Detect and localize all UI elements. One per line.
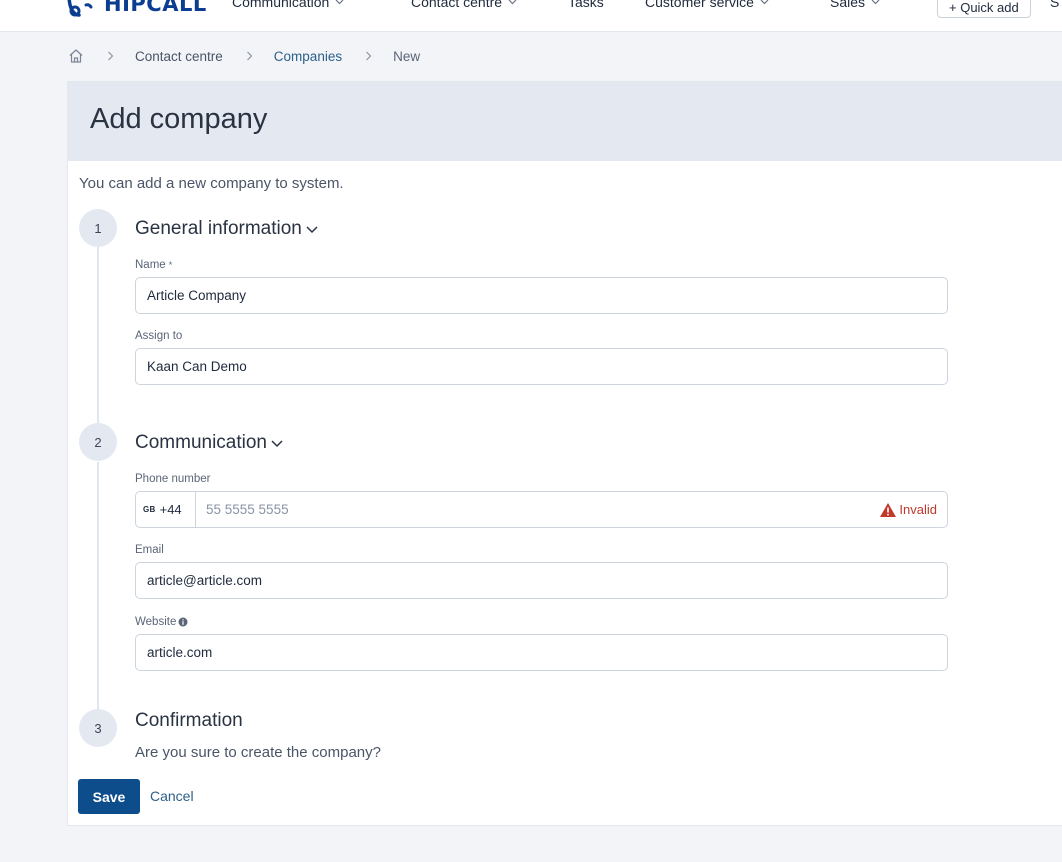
breadcrumb-contact-centre[interactable]: Contact centre bbox=[135, 49, 223, 64]
step-1-title: General information bbox=[135, 218, 302, 239]
step-1-indicator: 1 bbox=[79, 209, 117, 247]
top-navigation: HIPCALL Communication Contact centre Tas… bbox=[0, 0, 1062, 32]
breadcrumb-current: New bbox=[393, 48, 421, 64]
card-header: Add company bbox=[68, 82, 1062, 161]
nav-customer-service-label: Customer service bbox=[645, 0, 754, 10]
assign-to-label: Assign to bbox=[135, 330, 182, 342]
name-label-text: Name bbox=[135, 259, 166, 271]
chevron-down-icon bbox=[760, 0, 769, 5]
nav-customer-service[interactable]: Customer service bbox=[645, 0, 769, 10]
nav-trailing-item[interactable]: S bbox=[1050, 0, 1059, 10]
chevron-right-icon bbox=[366, 51, 372, 61]
breadcrumb-companies[interactable]: Companies bbox=[274, 49, 342, 64]
chevron-right-icon bbox=[108, 51, 114, 61]
step-2-title: Communication bbox=[135, 432, 267, 453]
nav-contact-centre-label: Contact centre bbox=[411, 0, 503, 10]
step-3-indicator: 3 bbox=[79, 709, 117, 747]
website-label-text: Website bbox=[135, 616, 177, 628]
nav-tasks-label: Tasks bbox=[568, 0, 604, 10]
phone-label: Phone number bbox=[135, 473, 210, 485]
website-label: Website bbox=[135, 616, 188, 628]
step-connector bbox=[97, 462, 99, 709]
nav-sales[interactable]: Sales bbox=[830, 0, 880, 10]
nav-sales-label: Sales bbox=[830, 0, 866, 10]
nav-contact-centre[interactable]: Contact centre bbox=[411, 0, 517, 10]
add-company-card: Add company You can add a new company to… bbox=[67, 81, 1062, 826]
chevron-down-icon bbox=[871, 0, 880, 5]
chevron-down-icon bbox=[306, 226, 318, 234]
chevron-down-icon bbox=[508, 0, 517, 5]
required-mark: * bbox=[168, 260, 173, 270]
step-connector bbox=[97, 247, 99, 427]
phone-field: GB +44 Invalid bbox=[135, 491, 948, 528]
chevron-down-icon bbox=[335, 0, 344, 5]
country-selector[interactable]: GB +44 bbox=[136, 492, 196, 527]
website-input[interactable] bbox=[135, 634, 948, 671]
breadcrumb: Contact centre Companies New bbox=[68, 46, 420, 66]
email-label: Email bbox=[135, 544, 164, 556]
dial-code: +44 bbox=[159, 502, 182, 517]
phone-label-text: Phone number bbox=[135, 473, 211, 485]
quick-add-button[interactable]: + Quick add bbox=[937, 0, 1031, 18]
country-code: GB bbox=[143, 505, 156, 514]
name-input[interactable] bbox=[135, 277, 948, 314]
assign-to-select[interactable] bbox=[135, 348, 948, 385]
step-2-toggle[interactable]: Communication bbox=[135, 432, 283, 454]
step-3-title-wrap: Confirmation bbox=[135, 710, 243, 732]
info-icon[interactable] bbox=[178, 617, 188, 627]
warning-icon bbox=[880, 502, 897, 517]
page-title: Add company bbox=[90, 103, 268, 135]
home-icon[interactable] bbox=[68, 48, 84, 64]
chevron-down-icon bbox=[271, 440, 283, 448]
email-label-text: Email bbox=[135, 544, 164, 556]
confirmation-text: Are you sure to create the company? bbox=[135, 744, 381, 761]
assign-to-label-text: Assign to bbox=[135, 330, 183, 342]
save-button[interactable]: Save bbox=[78, 779, 140, 814]
phone-error: Invalid bbox=[879, 502, 947, 518]
chevron-right-icon bbox=[246, 51, 253, 61]
email-input[interactable] bbox=[135, 562, 948, 599]
step-2-indicator: 2 bbox=[79, 423, 117, 461]
phone-input[interactable] bbox=[196, 492, 880, 527]
name-label: Name * bbox=[135, 259, 172, 271]
brand-logo[interactable]: HIPCALL bbox=[66, 0, 207, 17]
phone-error-text: Invalid bbox=[899, 502, 937, 517]
step-3-title: Confirmation bbox=[135, 710, 243, 731]
brand-name: HIPCALL bbox=[104, 0, 207, 16]
nav-tasks[interactable]: Tasks bbox=[568, 0, 604, 10]
page-subtitle: You can add a new company to system. bbox=[79, 175, 344, 192]
cancel-button[interactable]: Cancel bbox=[150, 788, 194, 804]
nav-communication[interactable]: Communication bbox=[232, 0, 344, 10]
nav-communication-label: Communication bbox=[232, 0, 330, 10]
step-1-toggle[interactable]: General information bbox=[135, 218, 318, 240]
logo-mark-icon bbox=[67, 0, 93, 17]
